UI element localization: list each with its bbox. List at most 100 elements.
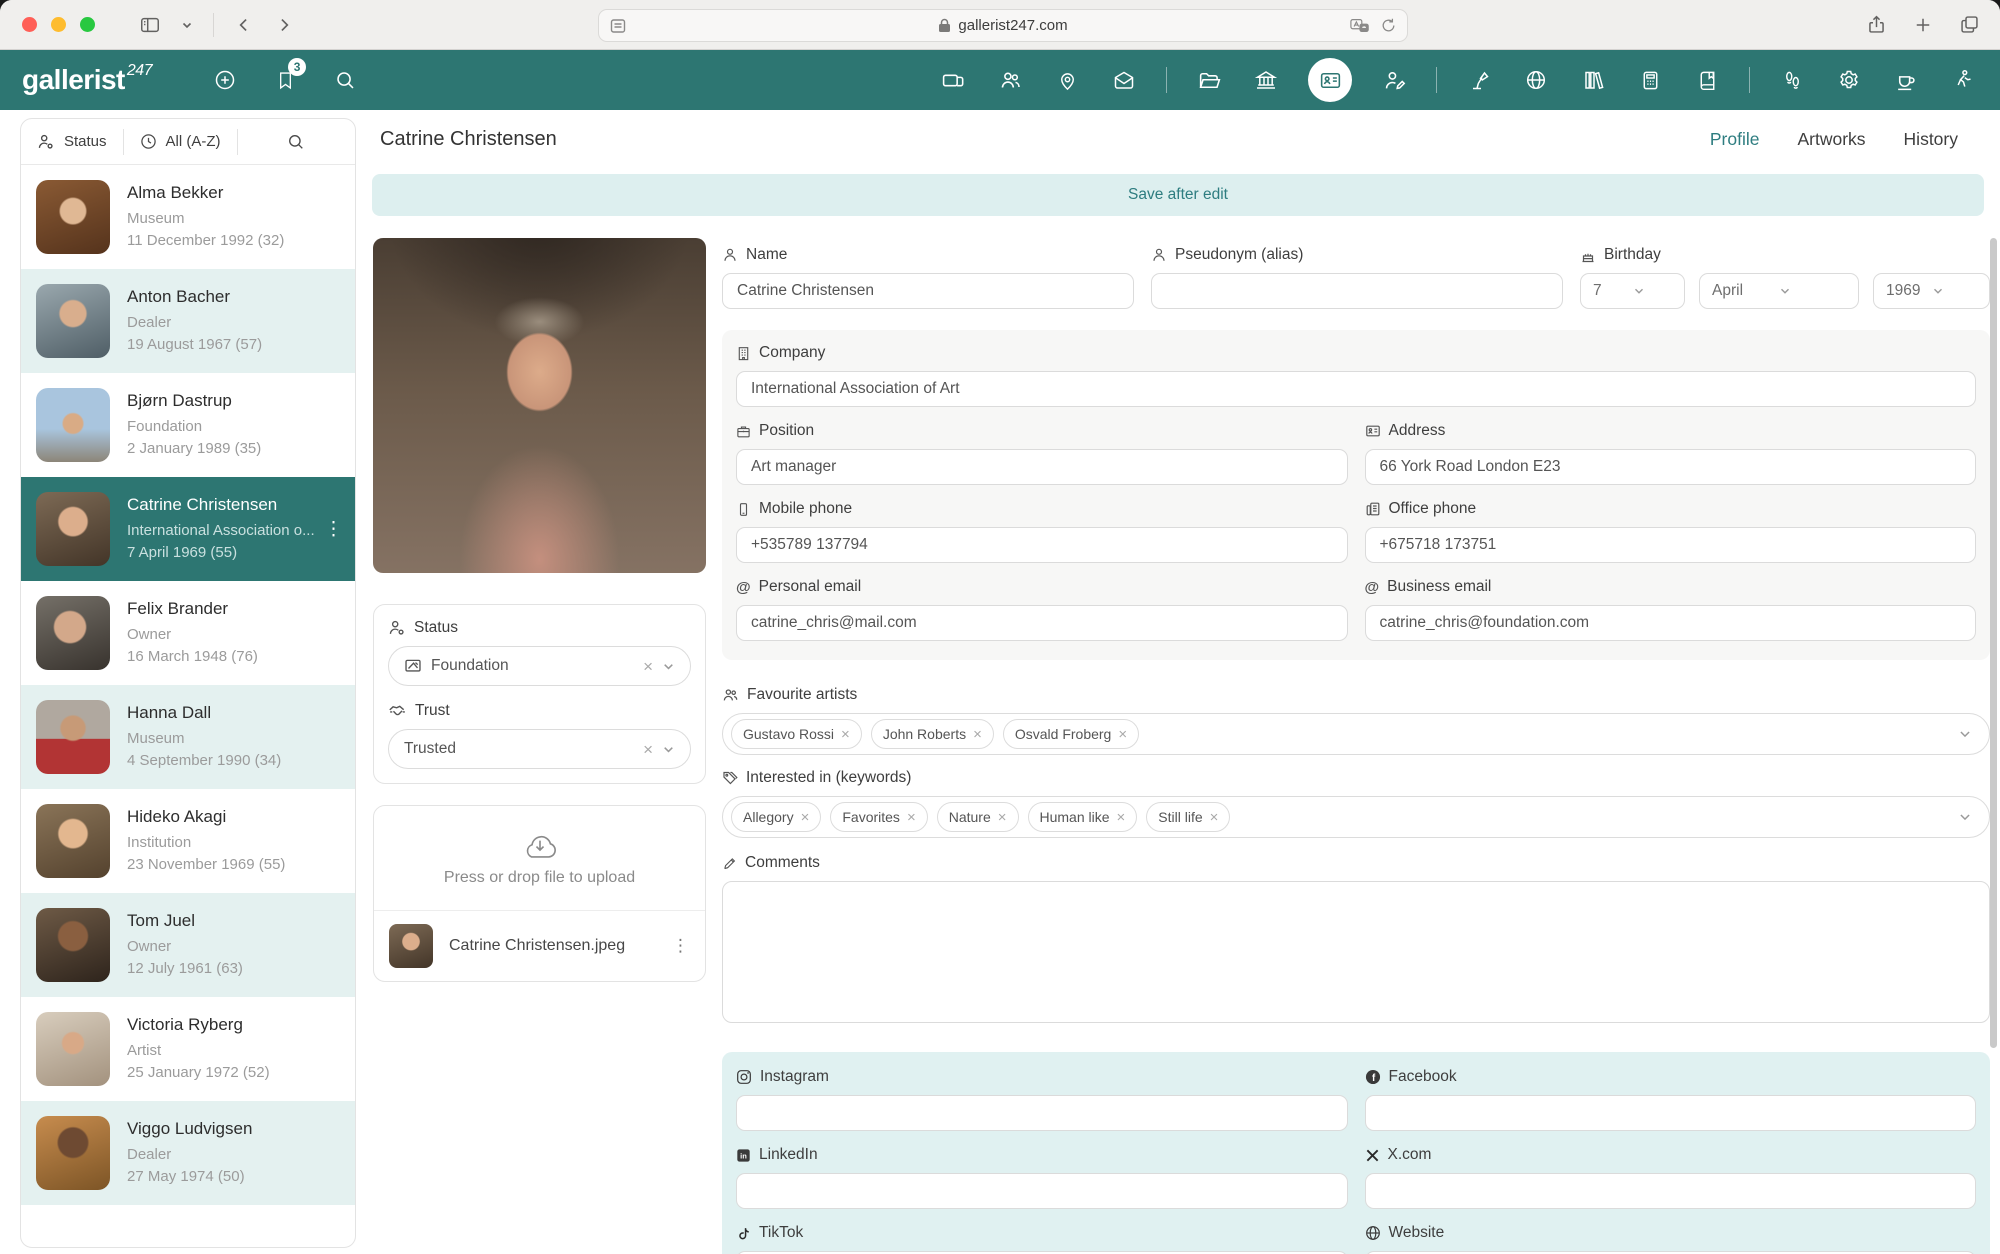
linkedin-input[interactable] (736, 1173, 1348, 1209)
filter-status-button[interactable]: Status (21, 119, 123, 164)
uploaded-file-row[interactable]: Catrine Christensen.jpeg ⋮ (374, 911, 705, 981)
contact-list-item[interactable]: Anton Bacher Dealer 19 August 1967 (57) … (21, 269, 355, 373)
address-bar[interactable]: gallerist247.com (598, 9, 1408, 42)
contact-card-icon[interactable] (1308, 58, 1352, 102)
search-icon[interactable] (330, 65, 360, 95)
file-menu-icon[interactable]: ⋮ (672, 936, 690, 956)
keywords-select[interactable]: Allegory × Favorites × Nature (722, 796, 1990, 838)
company-input[interactable] (736, 371, 1976, 407)
contact-list-item[interactable]: Hanna Dall Museum 4 September 1990 (34) … (21, 685, 355, 789)
sidebar-toggle-icon[interactable] (139, 14, 161, 36)
sign-out-icon[interactable] (1948, 65, 1978, 95)
chevron-down-icon[interactable] (1958, 810, 1972, 824)
back-button-icon[interactable] (234, 15, 254, 35)
save-after-edit-button[interactable]: Save after edit (372, 174, 1984, 216)
footprints-icon[interactable] (1777, 65, 1807, 95)
contact-list-item[interactable]: Viggo Ludvigsen Dealer 27 May 1974 (50) … (21, 1101, 355, 1205)
name-input[interactable] (722, 273, 1134, 309)
reload-icon[interactable] (1380, 17, 1397, 34)
chevron-down-icon[interactable] (662, 660, 675, 673)
tab-artworks[interactable]: Artworks (1797, 129, 1865, 150)
tab-history[interactable]: History (1904, 129, 1958, 150)
keyword-tag-chip[interactable]: Favorites × (830, 802, 927, 832)
pseudonym-input[interactable] (1151, 273, 1563, 309)
filter-sort-button[interactable]: All (A-Z) (124, 119, 237, 164)
file-dropzone[interactable]: Press or drop file to upload (374, 806, 705, 911)
app-logo[interactable]: gallerist247 (22, 64, 152, 96)
sidebar-search-button[interactable] (238, 119, 355, 164)
position-input[interactable] (736, 449, 1348, 485)
clear-status-icon[interactable]: × (643, 658, 653, 675)
comments-textarea[interactable] (722, 881, 1990, 1023)
lamp-icon[interactable] (1464, 65, 1494, 95)
catalog-icon[interactable] (1692, 65, 1722, 95)
keyword-tag-chip[interactable]: Still life × (1146, 802, 1230, 832)
address-input[interactable] (1365, 449, 1977, 485)
tab-profile[interactable]: Profile (1710, 129, 1760, 150)
institution-icon[interactable] (1251, 65, 1281, 95)
contact-list-item[interactable]: Bjørn Dastrup Foundation 2 January 1989 … (21, 373, 355, 477)
close-window-button[interactable] (22, 17, 37, 32)
coffee-icon[interactable] (1891, 65, 1921, 95)
artist-tag-chip[interactable]: Gustavo Rossi × (731, 719, 862, 749)
birthday-month-select[interactable]: April (1699, 273, 1859, 309)
remove-tag-icon[interactable]: × (1210, 810, 1219, 825)
forward-button-icon[interactable] (274, 15, 294, 35)
keyword-tag-chip[interactable]: Nature × (937, 802, 1019, 832)
mail-icon[interactable] (1109, 65, 1139, 95)
settings-icon[interactable] (1834, 65, 1864, 95)
contact-list-item[interactable]: Catrine Christensen International Associ… (21, 477, 355, 581)
remove-tag-icon[interactable]: × (907, 810, 916, 825)
contacts-icon[interactable] (995, 65, 1025, 95)
remove-tag-icon[interactable]: × (1118, 727, 1127, 742)
keyword-tag-chip[interactable]: Allegory × (731, 802, 821, 832)
tiktok-label-row: TikTok (736, 1224, 1348, 1242)
folder-icon[interactable] (1194, 65, 1224, 95)
keyword-tag-chip[interactable]: Human like × (1028, 802, 1138, 832)
tab-overview-icon[interactable] (1959, 14, 1980, 35)
chevron-down-icon[interactable] (181, 19, 193, 31)
contact-list-item[interactable]: Victoria Ryberg Artist 25 January 1972 (… (21, 997, 355, 1101)
library-icon[interactable] (1578, 65, 1608, 95)
chevron-down-icon[interactable] (662, 743, 675, 756)
contact-menu-icon[interactable]: ⋮ (324, 518, 344, 541)
personal-email-input[interactable] (736, 605, 1348, 641)
facebook-input[interactable] (1365, 1095, 1977, 1131)
location-icon[interactable] (1052, 65, 1082, 95)
person-edit-icon[interactable] (1379, 65, 1409, 95)
remove-tag-icon[interactable]: × (998, 810, 1007, 825)
vertical-scrollbar[interactable] (1990, 238, 1997, 1048)
office-phone-input[interactable] (1365, 527, 1977, 563)
new-tab-icon[interactable] (1913, 15, 1933, 35)
calculator-icon[interactable] (1635, 65, 1665, 95)
xcom-input[interactable] (1365, 1173, 1977, 1209)
zoom-window-button[interactable] (80, 17, 95, 32)
remove-tag-icon[interactable]: × (1117, 810, 1126, 825)
share-icon[interactable] (1866, 14, 1887, 35)
minimize-window-button[interactable] (51, 17, 66, 32)
contact-list-item[interactable]: Alma Bekker Museum 11 December 1992 (32)… (21, 165, 355, 269)
contact-list-item[interactable]: Hideko Akagi Institution 23 November 196… (21, 789, 355, 893)
translate-icon[interactable] (1350, 18, 1370, 34)
instagram-input[interactable] (736, 1095, 1348, 1131)
clear-trust-icon[interactable]: × (643, 741, 653, 758)
birthday-year-select[interactable]: 1969 (1873, 273, 1990, 309)
status-select[interactable]: Foundation × (388, 646, 691, 686)
devices-icon[interactable] (938, 65, 968, 95)
remove-tag-icon[interactable]: × (973, 727, 982, 742)
artist-tag-chip[interactable]: John Roberts × (871, 719, 994, 749)
chevron-down-icon[interactable] (1958, 727, 1972, 741)
contact-list-item[interactable]: Felix Brander Owner 16 March 1948 (76) ⋮ (21, 581, 355, 685)
add-icon[interactable] (210, 65, 240, 95)
favourite-artists-select[interactable]: Gustavo Rossi × John Roberts × (722, 713, 1990, 755)
artist-tag-chip[interactable]: Osvald Froberg × (1003, 719, 1139, 749)
remove-tag-icon[interactable]: × (801, 810, 810, 825)
remove-tag-icon[interactable]: × (841, 727, 850, 742)
contact-list-item[interactable]: Tom Juel Owner 12 July 1961 (63) ⋮ (21, 893, 355, 997)
bookmarks-icon[interactable]: 3 (270, 65, 300, 95)
mobile-phone-input[interactable] (736, 527, 1348, 563)
trust-select[interactable]: Trusted × (388, 729, 691, 769)
birthday-day-select[interactable]: 7 (1580, 273, 1685, 309)
business-email-input[interactable] (1365, 605, 1977, 641)
globe-icon[interactable] (1521, 65, 1551, 95)
